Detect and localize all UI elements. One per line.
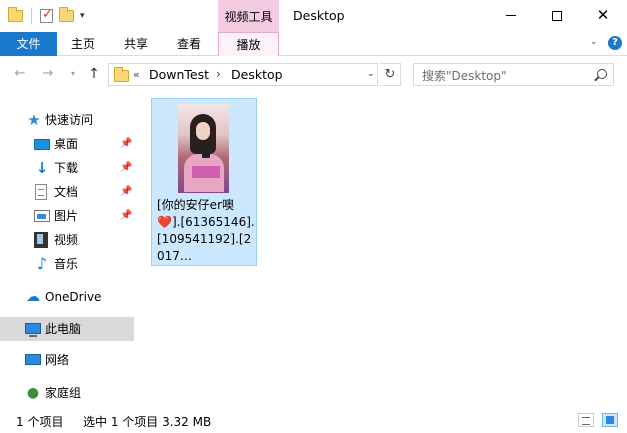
nav-label: 文档 [54, 185, 79, 199]
nav-label: 图片 [54, 209, 79, 223]
nav-music[interactable]: ♪ 音乐 [0, 252, 134, 276]
search-placeholder: 搜索"Desktop" [422, 69, 507, 83]
pin-icon[interactable]: 📌 [120, 204, 132, 228]
network-icon [25, 354, 41, 365]
homegroup-icon: ● [26, 385, 40, 401]
ribbon-tabs: 文件 主页 共享 查看 播放 ⌄ ? [0, 32, 627, 56]
thumbnail-shape [192, 166, 220, 178]
nav-label: 快速访问 [45, 113, 94, 127]
nav-label: OneDrive [45, 290, 102, 304]
refresh-button[interactable]: ↻ [380, 63, 401, 86]
new-folder-icon[interactable] [59, 7, 74, 22]
minimize-button[interactable] [488, 0, 534, 31]
breadcrumb-desktop[interactable]: Desktop [231, 67, 283, 82]
address-dropdown-icon[interactable]: ⌄ [367, 69, 375, 79]
download-icon: ↓ [35, 159, 49, 177]
close-icon: ✕ [596, 6, 610, 24]
nav-quick-access[interactable]: ★ 快速访问 [0, 108, 134, 132]
qat-dropdown-icon[interactable]: ▾ [80, 11, 85, 21]
thumbnail-shape [202, 144, 210, 158]
refresh-icon: ↻ [384, 67, 396, 82]
close-button[interactable]: ✕ [580, 0, 626, 31]
contextual-tab-group-label: 视频工具 [218, 0, 279, 32]
ribbon-expand-icon[interactable]: ⌄ [590, 37, 598, 47]
nav-label: 下载 [54, 161, 79, 175]
properties-icon[interactable] [40, 7, 53, 23]
details-view-icon[interactable] [578, 413, 594, 427]
maximize-button[interactable] [534, 0, 580, 31]
videos-icon [34, 232, 48, 248]
star-icon: ★ [27, 111, 41, 129]
navigation-pane: ★ 快速访问 桌面 📌 ↓ 下载 📌 文档 📌 图片 📌 视频 ♪ 音乐 ☁ O… [0, 92, 146, 406]
back-arrow-icon[interactable]: ← [12, 66, 28, 82]
help-icon[interactable]: ? [608, 36, 622, 50]
cloud-icon: ☁ [26, 289, 40, 305]
selection-info: 选中 1 个项目 3.32 MB [83, 415, 212, 429]
computer-icon [25, 323, 41, 337]
thumbnail-shape [196, 122, 210, 140]
address-bar[interactable]: « DownTest › Desktop ⌄ [108, 63, 378, 86]
tab-share[interactable]: 共享 [110, 32, 162, 56]
status-bar: 1 个项目 选中 1 个项目 3.32 MB [0, 406, 627, 433]
file-list[interactable]: [你的安仔er噢❤️].[61365146].[109541192].[2017… [146, 92, 627, 406]
document-icon [35, 184, 47, 200]
search-icon [597, 69, 607, 79]
nav-homegroup[interactable]: ● 家庭组 [0, 381, 134, 405]
address-overflow-icon[interactable]: « [133, 68, 140, 81]
address-row: ← → ▾ ↑ « DownTest › Desktop ⌄ ↻ 搜索"Desk… [0, 57, 627, 91]
breadcrumb-separator-icon[interactable]: › [216, 67, 221, 81]
tab-play[interactable]: 播放 [218, 32, 279, 56]
nav-label: 此电脑 [45, 322, 82, 336]
forward-arrow-icon[interactable]: → [40, 66, 56, 82]
nav-videos[interactable]: 视频 [0, 228, 134, 252]
music-icon: ♪ [36, 254, 48, 273]
nav-label: 网络 [45, 353, 70, 367]
recent-locations-icon[interactable]: ▾ [65, 66, 81, 82]
item-count: 1 个项目 [16, 415, 64, 429]
window-title: Desktop [293, 8, 345, 23]
nav-downloads[interactable]: ↓ 下载 📌 [0, 156, 134, 180]
pictures-icon [34, 210, 50, 222]
maximize-icon [552, 10, 562, 21]
quick-access-toolbar: ▾ [8, 7, 85, 25]
search-box[interactable]: 搜索"Desktop" [413, 63, 614, 86]
video-thumbnail [177, 103, 230, 194]
nav-pictures[interactable]: 图片 📌 [0, 204, 134, 228]
tab-file[interactable]: 文件 [0, 32, 57, 56]
large-icons-view-icon[interactable] [602, 413, 618, 427]
nav-documents[interactable]: 文档 📌 [0, 180, 134, 204]
pin-icon[interactable]: 📌 [120, 132, 132, 156]
file-item[interactable]: [你的安仔er噢❤️].[61365146].[109541192].[2017… [151, 98, 257, 266]
qat-separator [31, 8, 32, 24]
tab-view[interactable]: 查看 [163, 32, 215, 56]
folder-icon [114, 67, 129, 82]
pin-icon[interactable]: 📌 [120, 180, 132, 204]
desktop-icon [34, 139, 50, 150]
nav-onedrive[interactable]: ☁ OneDrive [0, 285, 134, 309]
pin-icon[interactable]: 📌 [120, 156, 132, 180]
folder-icon [8, 7, 23, 22]
title-bar: ▾ 视频工具 Desktop ✕ [0, 0, 627, 32]
tab-home[interactable]: 主页 [58, 32, 108, 56]
nav-label: 音乐 [54, 257, 79, 271]
up-arrow-icon[interactable]: ↑ [86, 66, 102, 82]
nav-label: 桌面 [54, 137, 79, 151]
nav-label: 视频 [54, 233, 79, 247]
minimize-icon [506, 15, 516, 16]
nav-network[interactable]: 网络 [0, 348, 134, 372]
nav-this-pc[interactable]: 此电脑 [0, 317, 134, 341]
nav-label: 家庭组 [45, 386, 82, 400]
file-name: [你的安仔er噢❤️].[61365146].[109541192].[2017… [157, 198, 255, 263]
nav-desktop[interactable]: 桌面 📌 [0, 132, 134, 156]
breadcrumb-downtest[interactable]: DownTest [149, 67, 209, 82]
